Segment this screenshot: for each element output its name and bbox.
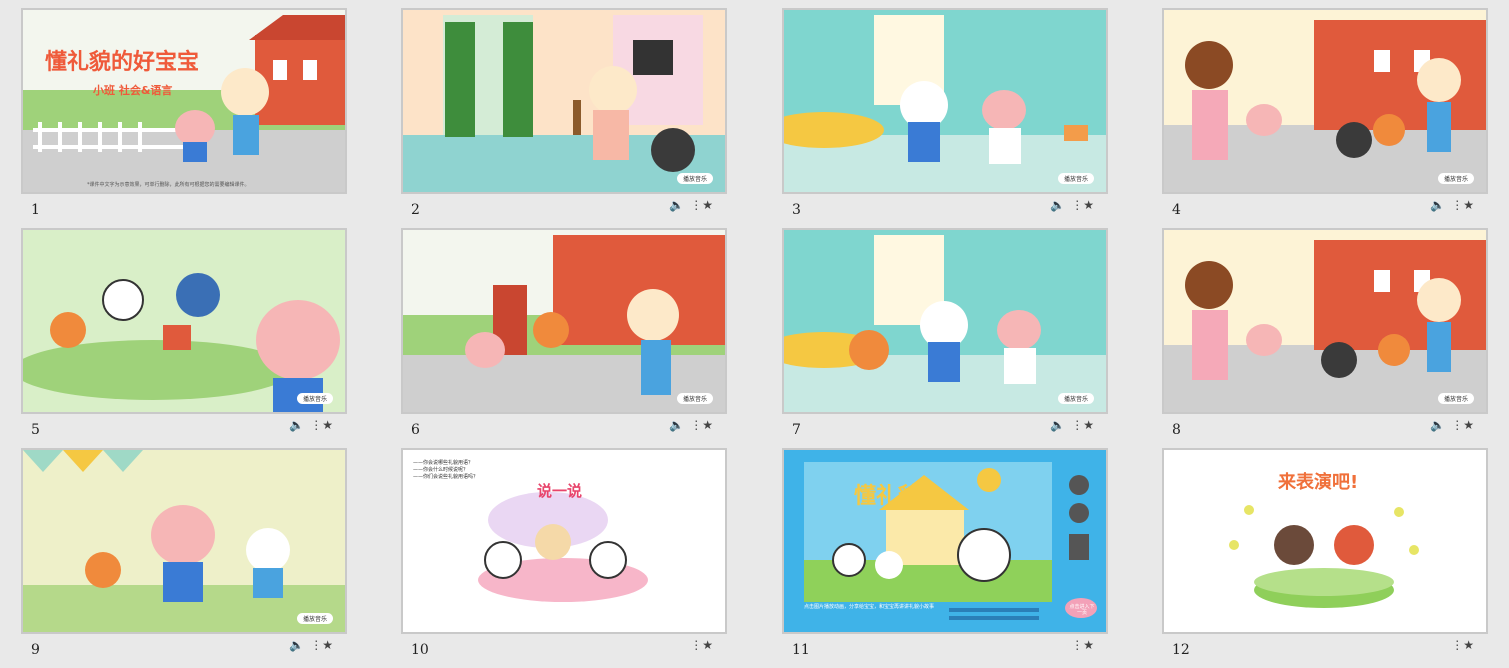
question-item: ——你们会说些礼貌用语吗？: [413, 474, 479, 480]
play-music-button[interactable]: 播放音乐: [296, 613, 333, 624]
slide-6[interactable]: 播放音乐 6 🔈 ⋮★: [401, 228, 727, 448]
speaker-icon: 🔈: [289, 638, 305, 652]
slide-5[interactable]: 播放音乐 5 🔈 ⋮★: [21, 228, 347, 448]
slide-10[interactable]: ——你会说哪些礼貌用语？ ——你会什么时候说呢？ ——你们会说些礼貌用语吗？ 说…: [401, 448, 727, 668]
slide-8-illustration: [1164, 230, 1486, 412]
slide-thumbnail[interactable]: 播放音乐: [21, 448, 347, 634]
slide-caption: 点击图片播放动画，分享给宝宝，和宝宝再讲讲礼貌小故事: [804, 604, 935, 610]
slide-number: 1: [31, 202, 40, 218]
star-transition-icon: ⋮★: [690, 198, 713, 212]
play-music-button[interactable]: 播放音乐: [296, 393, 333, 404]
question-item: ——你会说哪些礼貌用语？: [413, 460, 474, 466]
star-transition-icon: ⋮★: [1071, 418, 1094, 432]
slide-heading: 说一说: [537, 482, 583, 500]
play-music-button[interactable]: 播放音乐: [676, 173, 713, 184]
star-transition-icon: ⋮★: [690, 638, 713, 652]
speaker-icon: 🔈: [1430, 198, 1446, 212]
slide-number: 11: [792, 642, 810, 658]
slide-thumbnail[interactable]: 播放音乐: [782, 228, 1108, 414]
star-transition-icon: ⋮★: [690, 418, 713, 432]
slide-number: 2: [411, 202, 420, 218]
slide-number: 7: [792, 422, 801, 438]
question-item: ——你会什么时候说呢？: [413, 467, 469, 473]
star-transition-icon: ⋮★: [1451, 198, 1474, 212]
star-transition-icon: ⋮★: [310, 418, 333, 432]
slide-number: 9: [31, 642, 40, 658]
slide-footer-note: *课件中文字为示意效果，可单行删除，此所有可根据您的需要编辑课件。: [87, 182, 250, 188]
slide-thumbnail[interactable]: 懂礼貌的好宝宝 小班 社会&语言 *课件中文字为示意效果，可单行删除，此所有可根…: [21, 8, 347, 194]
slide-thumbnail[interactable]: 懂礼貌 点击图片播放动画，分享给宝宝，和宝宝再讲讲礼貌小故事 点击进入下一页: [782, 448, 1108, 634]
speaker-icon: 🔈: [669, 418, 685, 432]
play-music-button[interactable]: 播放音乐: [1437, 173, 1474, 184]
slide-2[interactable]: 播放音乐 2 🔈 ⋮★: [401, 8, 727, 228]
slide-thumbnail[interactable]: 播放音乐: [1162, 228, 1488, 414]
slide-number: 5: [31, 422, 40, 438]
slide-7-illustration: [784, 230, 1106, 412]
speaker-icon: 🔈: [1050, 418, 1066, 432]
play-music-button[interactable]: 播放音乐: [1057, 393, 1094, 404]
slide-thumbnail[interactable]: 播放音乐: [782, 8, 1108, 194]
star-transition-icon: ⋮★: [310, 638, 333, 652]
play-music-button[interactable]: 播放音乐: [1057, 173, 1094, 184]
slide-1-illustration: [23, 10, 345, 192]
slide-thumbnail[interactable]: ——你会说哪些礼貌用语？ ——你会什么时候说呢？ ——你们会说些礼貌用语吗？ 说…: [401, 448, 727, 634]
slide-7[interactable]: 播放音乐 7 🔈 ⋮★: [782, 228, 1108, 448]
slide-6-illustration: [403, 230, 725, 412]
slide-number: 4: [1172, 202, 1181, 218]
slide-sorter-grid: 懂礼貌的好宝宝 小班 社会&语言 *课件中文字为示意效果，可单行删除，此所有可根…: [0, 0, 1509, 663]
slide-number: 3: [792, 202, 801, 218]
speaker-icon: 🔈: [1050, 198, 1066, 212]
star-transition-icon: ⋮★: [1071, 638, 1094, 652]
speaker-icon: 🔈: [1430, 418, 1446, 432]
slide-thumbnail[interactable]: 播放音乐: [1162, 8, 1488, 194]
question-list: ——你会说哪些礼貌用语？ ——你会什么时候说呢？ ——你们会说些礼貌用语吗？: [413, 460, 478, 481]
slide-4-illustration: [1164, 10, 1486, 192]
play-music-button[interactable]: 播放音乐: [676, 393, 713, 404]
slide-4[interactable]: 播放音乐 4 🔈 ⋮★: [1162, 8, 1488, 228]
slide-thumbnail[interactable]: 播放音乐: [401, 228, 727, 414]
slide-title: 懂礼貌的好宝宝: [45, 50, 200, 75]
slide-number: 8: [1172, 422, 1181, 438]
slide-12[interactable]: 来表演吧! 12 ⋮★: [1162, 448, 1488, 668]
star-transition-icon: ⋮★: [1451, 638, 1474, 652]
next-page-button[interactable]: 点击进入下一页: [1068, 604, 1096, 616]
slide-thumbnail[interactable]: 来表演吧!: [1162, 448, 1488, 634]
slide-heading: 来表演吧!: [1278, 472, 1359, 493]
slide-number: 6: [411, 422, 420, 438]
slide-8[interactable]: 播放音乐 8 🔈 ⋮★: [1162, 228, 1488, 448]
slide-3[interactable]: 播放音乐 3 🔈 ⋮★: [782, 8, 1108, 228]
slide-2-illustration: [403, 10, 725, 192]
slide-number: 12: [1172, 642, 1190, 658]
star-transition-icon: ⋮★: [1451, 418, 1474, 432]
star-transition-icon: ⋮★: [1071, 198, 1094, 212]
slide-number: 10: [411, 642, 429, 658]
play-music-button[interactable]: 播放音乐: [1437, 393, 1474, 404]
speaker-icon: 🔈: [289, 418, 305, 432]
slide-thumbnail[interactable]: 播放音乐: [21, 228, 347, 414]
slide-heading: 懂礼貌: [854, 484, 921, 509]
slide-thumbnail[interactable]: 播放音乐: [401, 8, 727, 194]
slide-subtitle: 小班 社会&语言: [93, 84, 173, 97]
slide-11[interactable]: 懂礼貌 点击图片播放动画，分享给宝宝，和宝宝再讲讲礼貌小故事 点击进入下一页 1…: [782, 448, 1108, 668]
slide-3-illustration: [784, 10, 1106, 192]
speaker-icon: 🔈: [669, 198, 685, 212]
slide-1[interactable]: 懂礼貌的好宝宝 小班 社会&语言 *课件中文字为示意效果，可单行删除，此所有可根…: [21, 8, 347, 228]
slide-9-illustration: [23, 450, 345, 632]
slide-9[interactable]: 播放音乐 9 🔈 ⋮★: [21, 448, 347, 668]
slide-5-illustration: [23, 230, 345, 412]
